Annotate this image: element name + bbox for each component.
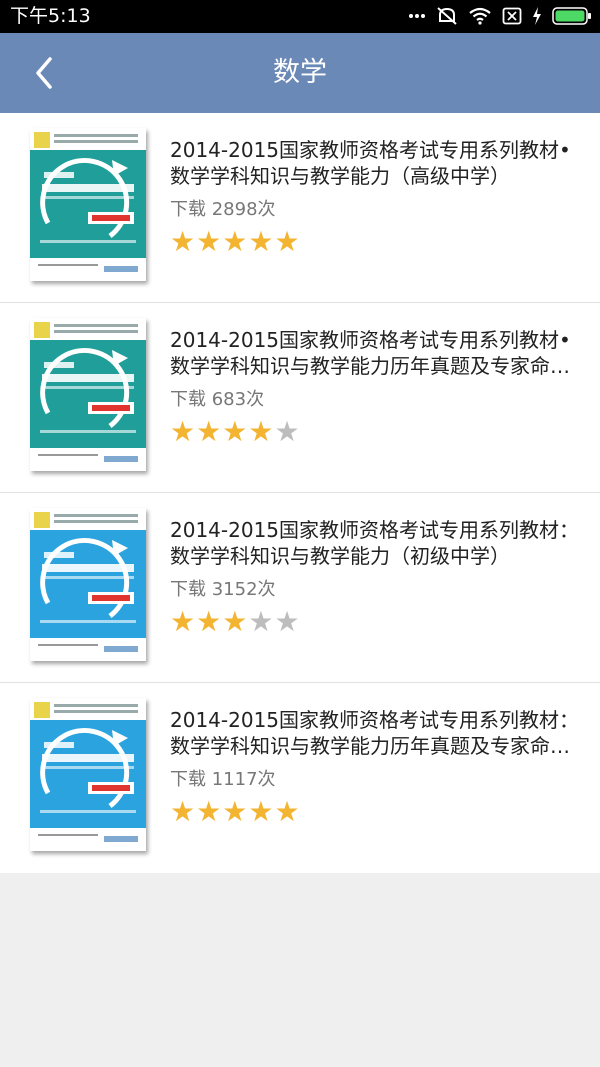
book-title: 2014-2015国家教师资格考试专用系列教材：数学学科知识与教学能力历年真题及…: [170, 708, 580, 758]
download-count: 下载 1117次: [170, 769, 276, 790]
book-title: 2014-2015国家教师资格考试专用系列教材•数学学科知识与教学能力历年真题及…: [170, 328, 571, 378]
star-empty-icon: ★: [274, 605, 300, 638]
download-count: 下载 2898次: [170, 199, 276, 220]
wifi-icon: [468, 7, 492, 25]
star-filled-icon: ★: [248, 795, 274, 828]
star-filled-icon: ★: [196, 795, 222, 828]
star-rating: ★ ★ ★ ★ ★: [170, 605, 300, 638]
book-cover: [30, 318, 146, 471]
book-title: 2014-2015国家教师资格考试专用系列教材•数学学科知识与教学能力（高级中学…: [170, 138, 571, 188]
book-cover: [30, 508, 146, 661]
star-rating: ★ ★ ★ ★ ★: [170, 415, 300, 448]
status-bar: 下午5:13: [0, 0, 600, 33]
book-cover: [30, 128, 146, 281]
star-filled-icon: ★: [274, 225, 300, 258]
star-filled-icon: ★: [196, 605, 222, 638]
book-title: 2014-2015国家教师资格考试专用系列教材：数学学科知识与教学能力（初级中学…: [170, 518, 580, 568]
mute-icon: [436, 6, 458, 26]
star-filled-icon: ★: [222, 795, 248, 828]
star-filled-icon: ★: [248, 415, 274, 448]
star-filled-icon: ★: [274, 795, 300, 828]
star-filled-icon: ★: [222, 415, 248, 448]
star-filled-icon: ★: [170, 795, 196, 828]
app-bar: 数学: [0, 33, 600, 113]
no-sim-icon: [502, 7, 522, 25]
list-item[interactable]: 2014-2015国家教师资格考试专用系列教材：数学学科知识与教学能力（初级中学…: [0, 493, 600, 683]
book-cover: [30, 698, 146, 851]
star-empty-icon: ★: [274, 415, 300, 448]
star-filled-icon: ★: [170, 225, 196, 258]
star-empty-icon: ★: [248, 605, 274, 638]
status-icons: [408, 5, 592, 27]
charging-icon: [532, 7, 542, 25]
battery-icon: [552, 7, 592, 25]
star-filled-icon: ★: [222, 605, 248, 638]
page-title: 数学: [273, 57, 327, 88]
star-rating: ★ ★ ★ ★ ★: [170, 225, 300, 258]
star-filled-icon: ★: [170, 415, 196, 448]
download-count: 下载 3152次: [170, 579, 276, 600]
star-filled-icon: ★: [196, 415, 222, 448]
back-button[interactable]: [26, 53, 66, 93]
star-filled-icon: ★: [196, 225, 222, 258]
list-item[interactable]: 2014-2015国家教师资格考试专用系列教材：数学学科知识与教学能力历年真题及…: [0, 683, 600, 873]
star-filled-icon: ★: [170, 605, 196, 638]
book-list: 2014-2015国家教师资格考试专用系列教材•数学学科知识与教学能力（高级中学…: [0, 113, 600, 873]
signal-dots-icon: [408, 13, 426, 19]
star-rating: ★ ★ ★ ★ ★: [170, 795, 300, 828]
star-filled-icon: ★: [222, 225, 248, 258]
list-item[interactable]: 2014-2015国家教师资格考试专用系列教材•数学学科知识与教学能力（高级中学…: [0, 113, 600, 303]
star-filled-icon: ★: [248, 225, 274, 258]
list-item[interactable]: 2014-2015国家教师资格考试专用系列教材•数学学科知识与教学能力历年真题及…: [0, 303, 600, 493]
chevron-left-icon: [26, 57, 66, 97]
status-time: 下午5:13: [10, 5, 91, 27]
download-count: 下载 683次: [170, 389, 265, 410]
